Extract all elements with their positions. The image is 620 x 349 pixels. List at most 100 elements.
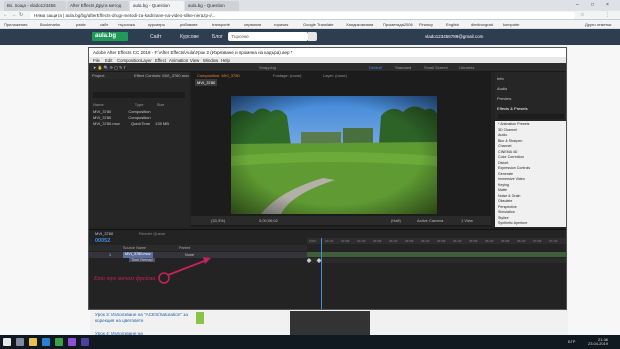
bookmark-item[interactable]: курсиеро [148,22,165,27]
workspace-standard[interactable]: Standard [395,65,411,70]
effect-category[interactable]: * Animation Presets [498,122,529,126]
tab-gmail[interactable]: Вх. поща - vlado123456 [4,1,66,11]
playhead[interactable] [321,238,322,309]
menu-window[interactable]: Window [203,58,218,63]
back-icon[interactable]: ← [3,12,8,18]
workspace-default[interactable]: Default [369,65,382,70]
effect-category[interactable]: Immersive Video [498,177,525,181]
bookmark-item[interactable]: рибовове [180,22,198,27]
selection-tool-icon[interactable]: ➤ ✋ 🔍 ⟳ ▢ ✎ T [93,65,126,70]
audio-panel-tab[interactable]: Audio [497,86,507,91]
forward-icon[interactable]: → [11,12,16,18]
info-panel-tab[interactable]: Info [497,76,504,81]
bookmark-item[interactable]: сайт [100,22,108,27]
effect-category[interactable]: Expression Controls [498,166,530,170]
close-icon[interactable]: × [606,2,609,8]
menu-composition[interactable]: Composition [117,58,141,63]
bookmark-item[interactable]: Bookmarks [40,22,60,27]
effect-category[interactable]: 3D Channel [498,128,517,132]
comp-subtab[interactable]: MVI_3780 [195,79,218,86]
tab-after-effects[interactable]: After Effects Друга метод [67,1,129,11]
effect-category[interactable]: Simulation [498,210,515,214]
bookmark-item[interactable]: dimitrovgrad [471,22,493,27]
effect-category[interactable]: Channel [498,144,511,148]
bookmark-item[interactable]: Хандикомпани [346,22,373,27]
effect-category[interactable]: Matte [498,188,507,192]
project-item[interactable]: MVI_3780 Composition [93,115,151,120]
bookmark-item[interactable]: paste [76,22,86,27]
video-thumbnail[interactable] [290,311,370,335]
reload-icon[interactable]: ↻ [19,12,23,18]
bookmark-item[interactable]: Financy [419,22,433,27]
effect-category[interactable]: Color Correction [498,155,524,159]
effect-category[interactable]: Keying [498,183,509,187]
tab-aula-question[interactable]: aula.bg - Question [185,1,239,11]
effect-category[interactable]: Perspective [498,205,517,209]
after-effects-icon[interactable] [81,338,89,346]
task-view-icon[interactable] [16,338,24,346]
effect-category[interactable]: Obsolete [498,199,512,203]
bookmark-item[interactable]: komputer [503,22,520,27]
chrome-icon[interactable] [55,338,63,346]
site-search-input[interactable]: Търсене [228,32,308,41]
bookmark-item[interactable]: English [446,22,459,27]
file-explorer-icon[interactable] [29,338,37,346]
maximize-icon[interactable]: □ [591,2,594,8]
effect-category[interactable]: Distort [498,161,508,165]
lesson-link[interactable]: Урок 3: Използване на "ACES/Saturation" … [95,312,195,324]
timeline-ruler[interactable]: 0:00f 00:12f 01:00f 01:12f 02:00f 02:12f… [307,238,566,244]
layer-track-bar[interactable] [307,252,566,257]
menu-help[interactable]: Help [221,58,230,63]
resolution-select[interactable]: (Half) [391,218,401,223]
workspace-small-screen[interactable]: Small Screen [424,65,448,70]
bookmark-item[interactable]: Google Translate [303,22,333,27]
bookmark-item[interactable]: търсачка [118,22,135,27]
bookmark-item[interactable]: Прометида2006 [383,22,413,27]
timeline-current-time[interactable]: 00052 [95,238,110,244]
bookmark-item[interactable]: сервизни [244,22,261,27]
project-item[interactable]: MVI_3780.mov QuickTime 135 MB [93,121,169,126]
minimize-icon[interactable]: – [576,2,579,8]
effect-category[interactable]: Generate [498,172,513,176]
star-icon[interactable]: ☆ [580,12,584,18]
site-logo[interactable]: aula.bg [92,32,128,41]
project-tab[interactable]: Project [92,73,104,78]
tab-layer[interactable]: Layer: (none) [321,72,349,79]
bookmark-other[interactable]: Други отметки [585,22,611,27]
language-indicator[interactable]: БГР [568,339,575,344]
project-item[interactable]: MVI_3780 Composition [93,109,151,114]
effect-category[interactable]: Audio [498,133,507,137]
effect-category[interactable]: Synthetic Aperture [498,221,527,225]
menu-edit[interactable]: Edit [105,58,112,63]
effect-controls-tab[interactable]: Effect Controls: MVI_3780.mov [131,72,191,79]
menu-effect[interactable]: Effect [155,58,166,63]
search-icon[interactable] [308,32,317,41]
project-search-input[interactable] [93,92,185,98]
nav-courses[interactable]: Курсове [180,34,199,40]
effect-category[interactable]: Stylize [498,216,509,220]
viewer-timecode[interactable]: 0;00;06;02 [259,218,278,223]
user-email[interactable]: vlado123456789@gmail.com [425,34,483,39]
edge-icon[interactable] [42,338,50,346]
nav-blog[interactable]: Блог [212,34,223,40]
effect-category[interactable]: Blur & Sharpen [498,139,522,143]
nav-site[interactable]: Сайт [150,34,162,40]
views-select[interactable]: 1 View [461,218,473,223]
menu-file[interactable]: File [93,58,100,63]
windows-start-icon[interactable] [3,338,11,346]
bookmark-item[interactable]: горичиs [274,22,288,27]
snapping-toggle[interactable]: Snapping [259,65,276,70]
effects-search-input[interactable] [498,114,564,119]
menu-view[interactable]: View [190,58,199,63]
premiere-icon[interactable] [68,338,76,346]
effect-category[interactable]: CINEMA 4D [498,150,517,154]
viewer-frame[interactable] [231,96,437,214]
keyframe-diamonds[interactable] [306,258,567,263]
menu-layer[interactable]: Layer [141,58,152,63]
workspace-libraries[interactable]: Libraries [459,65,474,70]
effect-category[interactable]: Noise & Grain [498,194,520,198]
menu-animation[interactable]: Animation [169,58,188,63]
tab-footage[interactable]: Footage: (none) [271,72,303,79]
timeline-tab[interactable]: MVI_3780 [95,231,113,236]
tab-composition[interactable]: Composition: MVI_3780 [195,72,242,79]
